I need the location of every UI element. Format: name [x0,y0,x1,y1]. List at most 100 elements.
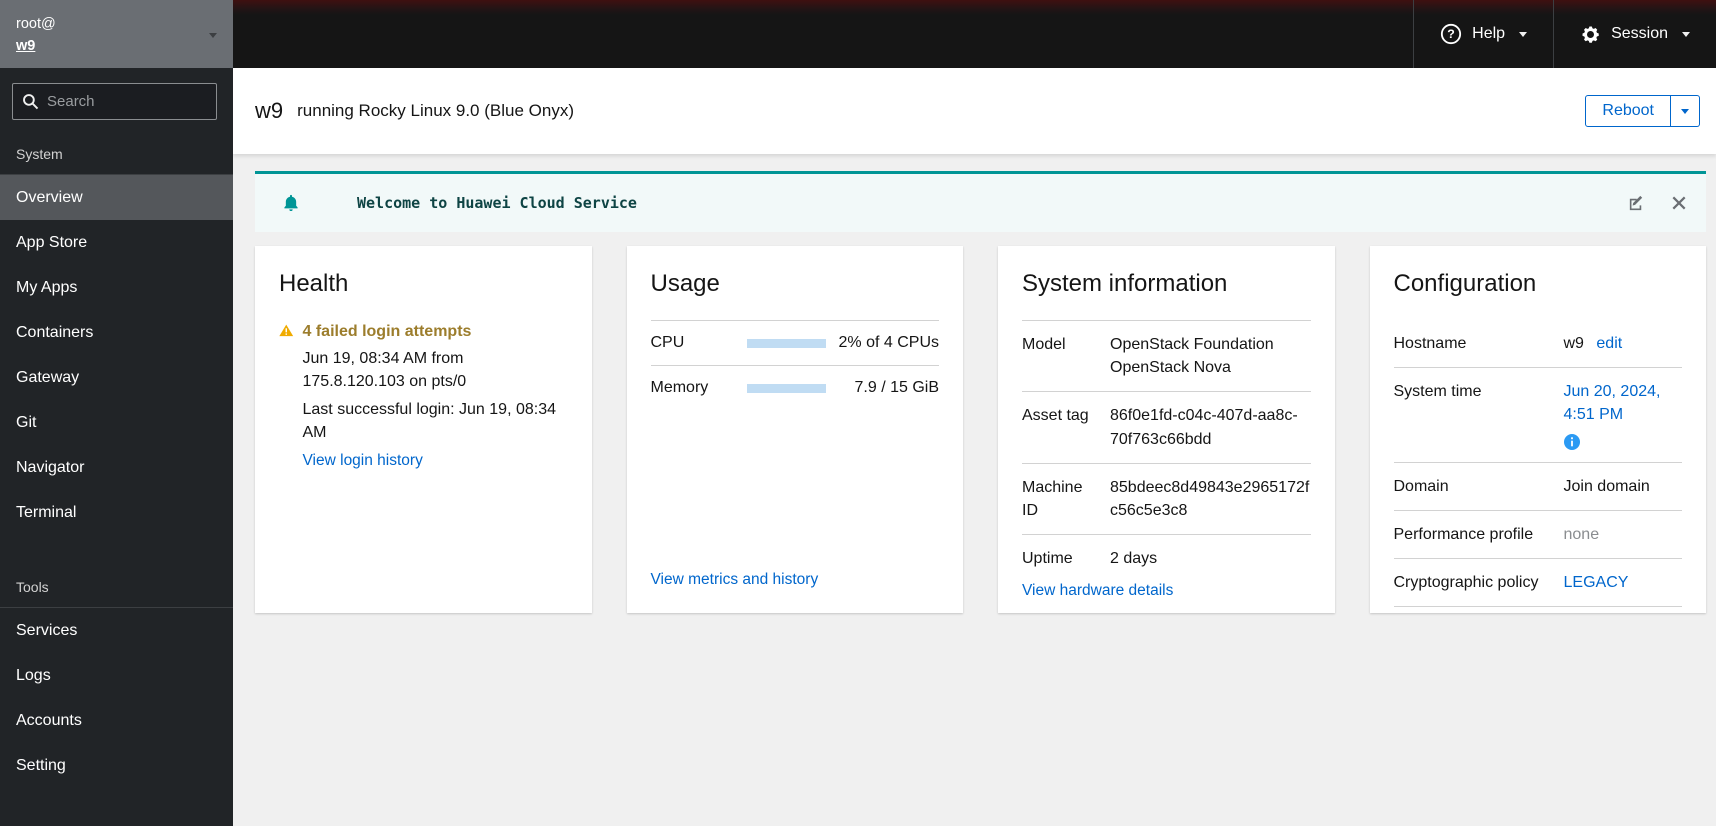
user-name: root@ [16,16,56,33]
close-banner-button[interactable] [1670,194,1688,212]
cpu-usage-value: 2% of 4 CPUs [838,334,939,351]
os-description: running Rocky Linux 9.0 (Blue Onyx) [297,101,574,120]
warning-icon [279,324,294,337]
help-label: Help [1472,25,1506,42]
view-login-history-link[interactable]: View login history [303,450,423,472]
asset-tag-row: Asset tag 86f0e1fd-c04c-407d-aa8c-70f763… [1022,391,1311,462]
sidebar-item-containers[interactable]: Containers [0,310,233,355]
sidebar-item-app-store[interactable]: App Store [0,220,233,265]
system-time-row: System time Jun 20, 2024, 4:51 PM [1393,368,1682,463]
reboot-split-button: Reboot [1585,95,1700,127]
health-card-title: Health [279,270,349,297]
memory-usage-value: 7.9 / 15 GiB [854,379,940,396]
page-title: w9 [255,98,284,123]
uptime-value: 2 days [1110,550,1158,568]
sidebar-item-logs[interactable]: Logs [0,653,233,698]
sidebar-search [12,83,217,120]
user-hostname[interactable]: w9 [16,36,56,57]
system-time-label: System time [1393,383,1482,401]
performance-profile-label: Performance profile [1393,525,1534,543]
failed-logins-detail: Jun 19, 08:34 AM from 175.8.120.103 on p… [302,350,467,391]
bell-icon [284,194,298,211]
memory-label: Memory [650,379,709,396]
page-header: w9 running Rocky Linux 9.0 (Blue Onyx) R… [233,68,1716,154]
machine-id-row: Machine ID 85bdeec8d49843e2965172fc56c5e… [1022,462,1311,534]
join-domain-button[interactable]: Join domain [1564,475,1683,498]
asset-tag-value: 86f0e1fd-c04c-407d-aa8c-70f763c66bdd [1110,407,1298,448]
hostname-row: Hostname w9 edit [1393,320,1682,369]
system-time-link[interactable]: Jun 20, 2024, 4:51 PM [1564,383,1661,423]
performance-profile-value: none [1563,525,1600,543]
ssh-keys-row: Secure shell keys Show fingerprints [1394,607,1683,613]
masthead: ? Help Session [233,0,1716,68]
main-area: w9 running Rocky Linux 9.0 (Blue Onyx) R… [233,68,1716,826]
motd-banner: Welcome to Huawei Cloud Service [255,171,1706,232]
model-label: Model [1022,336,1066,353]
model-value: OpenStack Foundation OpenStack Nova [1110,336,1274,377]
close-icon [1672,196,1686,210]
crypto-policy-link[interactable]: LEGACY [1564,574,1629,591]
sidebar-item-overview[interactable]: Overview [0,175,233,220]
failed-logins-title: 4 failed login attempts [302,323,472,340]
reboot-dropdown-toggle[interactable] [1671,95,1700,127]
cpu-label: CPU [650,334,685,351]
cockpit-app: root@ w9 ? Help Session System Overview … [0,0,1716,826]
sidebar-item-accounts[interactable]: Accounts [0,698,233,743]
cpu-progress-bar [746,338,826,348]
configuration-title: Configuration [1393,270,1537,297]
performance-profile-row: Performance profile none [1393,511,1682,559]
chevron-down-icon [1519,31,1528,37]
sidebar-item-navigator[interactable]: Navigator [0,445,233,490]
help-icon: ? [1441,23,1462,45]
search-icon [23,94,39,110]
overview-content: Welcome to Huawei Cloud Service Health 4… [233,154,1716,826]
model-row: Model OpenStack Foundation OpenStack Nov… [1022,320,1311,391]
sidebar-item-setting[interactable]: Setting [0,743,233,788]
help-menu[interactable]: ? Help [1413,0,1553,68]
domain-row: Domain Join domain [1393,463,1683,511]
sidebar-item-gateway[interactable]: Gateway [0,355,233,400]
sidebar-nav: System Overview App Store My Apps Contai… [0,126,233,788]
configuration-card: Configuration Hostname w9 edit System ti… [1369,246,1706,613]
uptime-row: Uptime 2 days [1022,534,1311,582]
sidebar-item-git[interactable]: Git [0,400,233,445]
edit-hostname-link[interactable]: edit [1596,335,1622,352]
health-card: Health 4 failed login attempts Jun 19, 0… [255,246,592,613]
system-information-title: System information [1022,270,1228,297]
sidebar-item-my-apps[interactable]: My Apps [0,265,233,310]
info-icon[interactable] [1563,433,1580,450]
hostname-label: Hostname [1393,335,1467,352]
memory-usage-row: Memory 7.9 / 15 GiB [650,365,940,410]
chevron-down-icon [1681,108,1689,114]
crypto-policy-row: Cryptographic policy LEGACY [1393,559,1682,608]
user-menu[interactable]: root@ w9 [0,0,233,68]
motd-message: Welcome to Huawei Cloud Service [357,194,637,212]
edit-icon [1629,195,1643,210]
gear-icon [1582,26,1599,43]
session-menu[interactable]: Session [1553,0,1716,68]
view-hardware-details-link[interactable]: View hardware details [1022,582,1173,599]
nav-section-title: System [0,136,233,175]
search-input[interactable] [12,83,217,120]
nav-section-tools: Tools Services Logs Accounts Setting [0,569,233,788]
usage-card: Usage CPU 2% of 4 CPUs Memory 7.9 / 15 G… [626,246,963,613]
domain-label: Domain [1393,477,1449,495]
last-login-detail: Last successful login: Jun 19, 08:34 AM [302,400,557,441]
view-metrics-link[interactable]: View metrics and history [651,571,819,588]
overview-cards: Health 4 failed login attempts Jun 19, 0… [255,246,1706,613]
reboot-button[interactable]: Reboot [1585,95,1671,127]
system-information-card: System information Model OpenStack Found… [998,246,1335,613]
session-label: Session [1611,25,1668,42]
hostname-value: w9 [1563,335,1584,352]
sidebar-item-terminal[interactable]: Terminal [0,490,233,535]
nav-section-system: System Overview App Store My Apps Contai… [0,136,233,535]
chevron-down-icon [1682,31,1690,37]
memory-progress-bar [746,383,826,393]
asset-tag-label: Asset tag [1022,407,1089,425]
edit-motd-button[interactable] [1625,192,1648,215]
cpu-usage-row: CPU 2% of 4 CPUs [650,320,939,365]
crypto-policy-label: Cryptographic policy [1393,573,1539,591]
nav-section-title: Tools [0,569,233,608]
sidebar-item-services[interactable]: Services [0,608,233,653]
usage-card-title: Usage [650,270,720,297]
